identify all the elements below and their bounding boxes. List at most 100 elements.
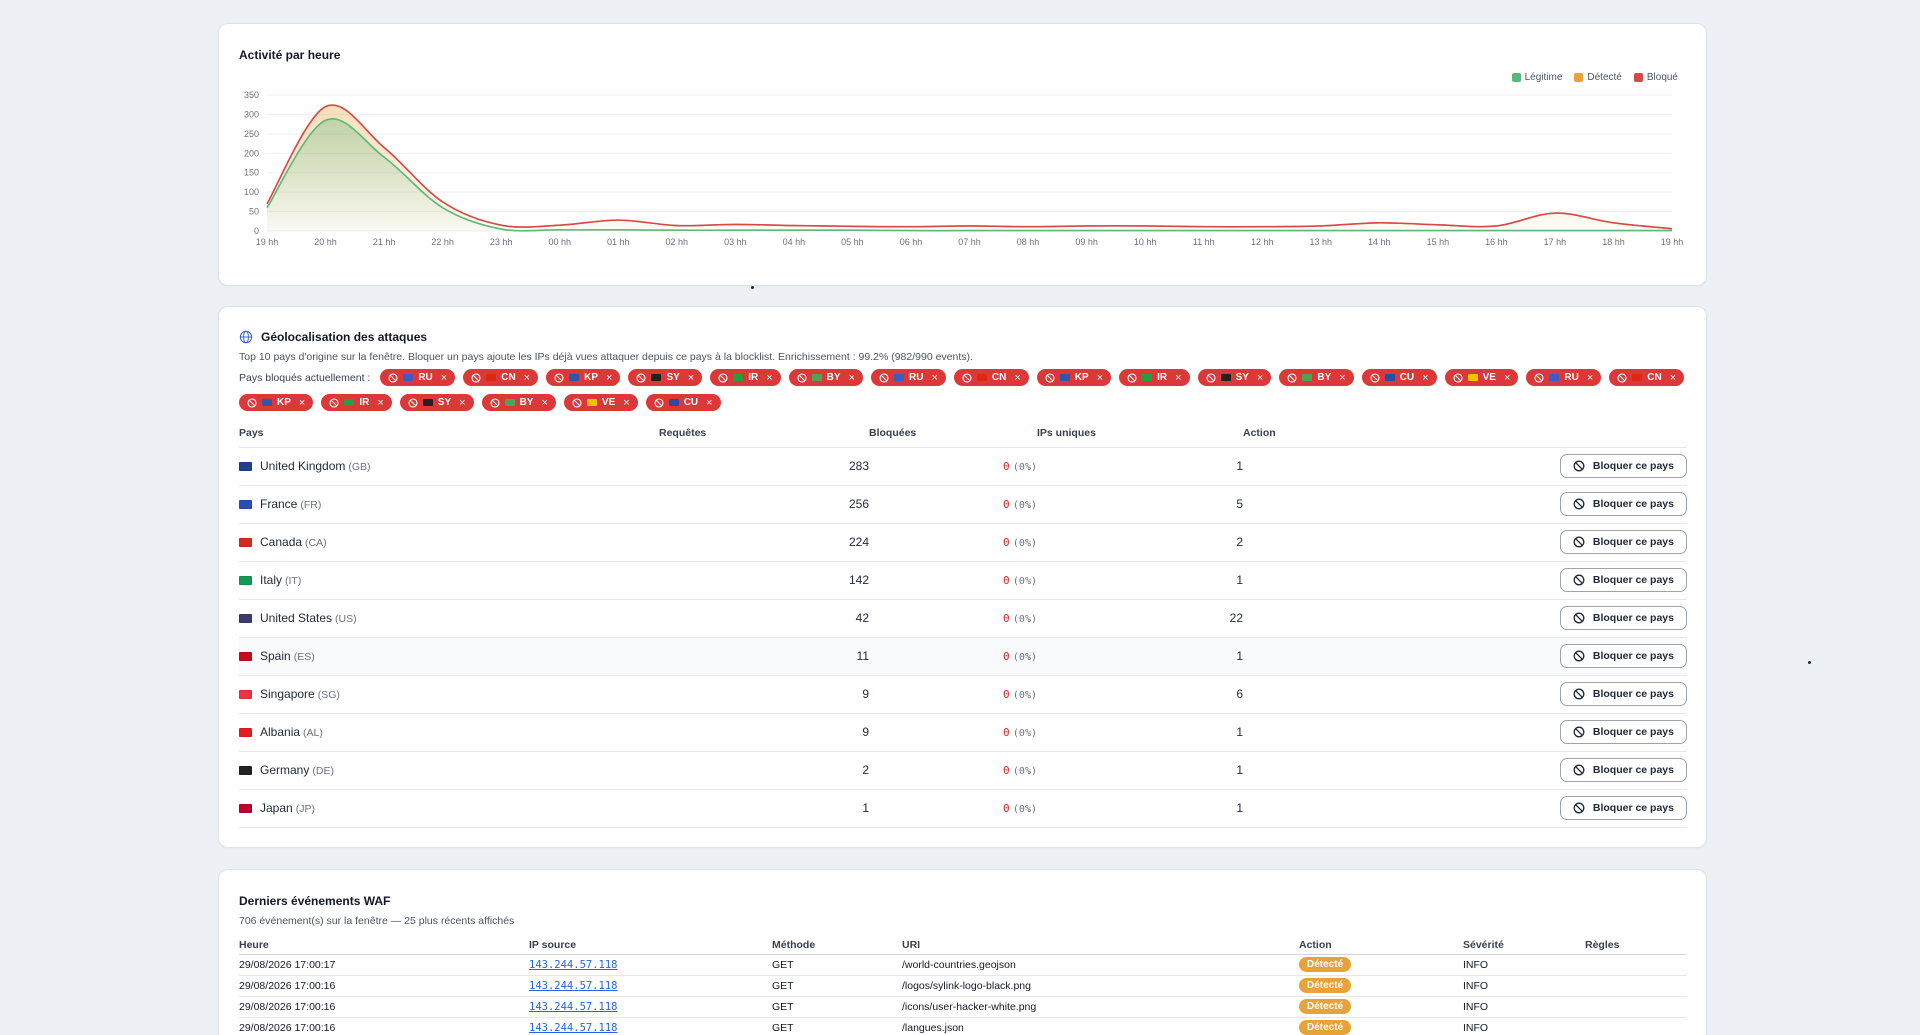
blocked-count: 0 [1002, 802, 1010, 815]
series-area-legitimate [267, 118, 1672, 231]
ban-icon [247, 397, 257, 408]
remove-chip-icon[interactable]: × [1670, 372, 1676, 384]
blocked-country-chip[interactable]: RU × [380, 369, 456, 386]
remove-chip-icon[interactable]: × [1014, 372, 1020, 384]
ip-link[interactable]: 143.244.57.118 [529, 1001, 618, 1013]
block-country-button[interactable]: Bloquer ce pays [1559, 454, 1687, 478]
blocked-country-chip[interactable]: IR × [710, 369, 781, 386]
unique-ips-count: 1 [1037, 561, 1243, 600]
remove-chip-icon[interactable]: × [623, 397, 629, 409]
remove-chip-icon[interactable]: × [688, 372, 694, 384]
unique-ips-count: 1 [1037, 447, 1243, 486]
blocked-percent: (0%) [1012, 766, 1037, 777]
requests-count: 11 [659, 637, 869, 676]
blocked-country-chip[interactable]: CU × [1361, 369, 1437, 386]
remove-chip-icon[interactable]: × [1257, 372, 1263, 384]
block-country-button[interactable]: Bloquer ce pays [1559, 606, 1687, 630]
event-rules [1585, 954, 1687, 976]
blocked-country-chip[interactable]: BY × [788, 369, 864, 386]
block-country-label: Bloquer ce pays [1592, 574, 1674, 586]
blocked-country-chip[interactable]: IR × [1119, 369, 1190, 386]
remove-chip-icon[interactable]: × [1587, 372, 1593, 384]
activity-chart: 0 50 100 150 200 250 300 350 19 hh 20 hh 21 hh 22 … [244, 90, 1684, 247]
block-country-button[interactable]: Bloquer ce pays [1559, 530, 1687, 554]
remove-chip-icon[interactable]: × [459, 397, 465, 409]
event-uri: /world-countries.geojson [902, 954, 1299, 976]
block-country-button[interactable]: Bloquer ce pays [1559, 644, 1687, 668]
remove-chip-icon[interactable]: × [1339, 372, 1345, 384]
blocked-country-chip[interactable]: VE × [1444, 369, 1519, 386]
remove-chip-icon[interactable]: × [1422, 372, 1428, 384]
block-country-label: Bloquer ce pays [1592, 764, 1674, 776]
x-tick-label: 19 hh [1661, 237, 1684, 247]
remove-chip-icon[interactable]: × [706, 397, 712, 409]
remove-chip-icon[interactable]: × [606, 372, 612, 384]
blocked-country-chip[interactable]: SY × [1197, 369, 1272, 386]
blocked-country-chip[interactable]: BY × [481, 394, 556, 411]
ip-link[interactable]: 143.244.57.118 [529, 1022, 618, 1034]
block-country-button[interactable]: Bloquer ce pays [1559, 682, 1687, 706]
remove-chip-icon[interactable]: × [524, 372, 530, 384]
flag-icon [811, 374, 822, 381]
block-country-label: Bloquer ce pays [1592, 460, 1674, 472]
flag-icon [1467, 374, 1478, 381]
block-country-button[interactable]: Bloquer ce pays [1559, 568, 1687, 592]
blocked-country-chip[interactable]: KP × [546, 369, 621, 386]
event-time: 29/08/2026 17:00:16 [239, 975, 529, 997]
blocked-country-chip[interactable]: KP × [1036, 369, 1112, 386]
blocked-country-chip[interactable]: IR × [321, 394, 392, 411]
requests-count: 224 [659, 523, 869, 562]
block-country-button[interactable]: Bloquer ce pays [1559, 796, 1687, 820]
block-country-button[interactable]: Bloquer ce pays [1559, 758, 1687, 782]
country-name-text: Canada [260, 535, 303, 549]
table-row[interactable]: 29/08/2026 17:00:16 143.244.57.118 GET/log… [239, 975, 1687, 997]
ban-icon [1573, 726, 1585, 738]
remove-chip-icon[interactable]: × [931, 372, 937, 384]
blocked-country-chip[interactable]: CN × [463, 369, 539, 386]
blocked-percent: (0%) [1012, 462, 1037, 473]
flag-icon [976, 374, 987, 381]
blocked-cell: 0 (0%) [869, 751, 1037, 790]
ip-link[interactable]: 143.244.57.118 [529, 959, 618, 971]
table-row: Italy (IT) 142 0 (0%) 1 Bloquer ce pays [239, 561, 1687, 600]
blocked-country-chip[interactable]: CU × [645, 394, 721, 411]
remove-chip-icon[interactable]: × [1097, 372, 1103, 384]
blocked-country-chip[interactable]: SY × [399, 394, 474, 411]
table-row[interactable]: 29/08/2026 17:00:17 143.244.57.118 GET/wor… [239, 954, 1687, 976]
blocked-country-chip[interactable]: CN × [1609, 369, 1685, 386]
country-cell: United States (US) [239, 599, 659, 638]
remove-chip-icon[interactable]: × [849, 372, 855, 384]
remove-chip-icon[interactable]: × [1504, 372, 1510, 384]
blocked-count: 0 [1002, 498, 1010, 511]
block-country-label: Bloquer ce pays [1592, 498, 1674, 510]
action-cell: Bloquer ce pays [1243, 637, 1687, 676]
blocked-cell: 0 (0%) [869, 637, 1037, 676]
blocked-country-chip[interactable]: RU × [1526, 369, 1602, 386]
table-row[interactable]: 29/08/2026 17:00:16 143.244.57.118 GET/ico… [239, 996, 1687, 1018]
x-tick-label: 08 hh [1017, 237, 1040, 247]
event-uri: /logos/sylink-logo-black.png [902, 975, 1299, 997]
event-uri: /langues.json [902, 1017, 1299, 1035]
unique-ips-count: 1 [1037, 751, 1243, 790]
remove-chip-icon[interactable]: × [441, 372, 447, 384]
blocked-country-chip[interactable]: RU × [871, 369, 946, 386]
blocked-country-chip[interactable]: VE × [563, 394, 638, 411]
blocked-country-chip[interactable]: CN × [953, 369, 1029, 386]
blocked-country-chip[interactable]: KP × [239, 394, 314, 411]
remove-chip-icon[interactable]: × [377, 397, 383, 409]
block-country-button[interactable]: Bloquer ce pays [1559, 720, 1687, 744]
series-line-legitimate [266, 118, 1672, 232]
blocked-country-chip[interactable]: SY × [628, 369, 703, 386]
country-cell: France (FR) [239, 485, 659, 524]
remove-chip-icon[interactable]: × [766, 372, 772, 384]
remove-chip-icon[interactable]: × [541, 397, 547, 409]
blocked-country-chip[interactable]: BY × [1279, 369, 1354, 386]
ip-link[interactable]: 143.244.57.118 [529, 980, 618, 992]
ip-cell: 143.244.57.118 [529, 954, 772, 976]
country-cell: Japan (JP) [239, 789, 659, 828]
block-country-button[interactable]: Bloquer ce pays [1559, 492, 1687, 516]
remove-chip-icon[interactable]: × [299, 397, 305, 409]
table-row[interactable]: 29/08/2026 17:00:16 143.244.57.118 GET/lan… [239, 1017, 1687, 1035]
remove-chip-icon[interactable]: × [1175, 372, 1181, 384]
flag-icon [569, 374, 580, 381]
